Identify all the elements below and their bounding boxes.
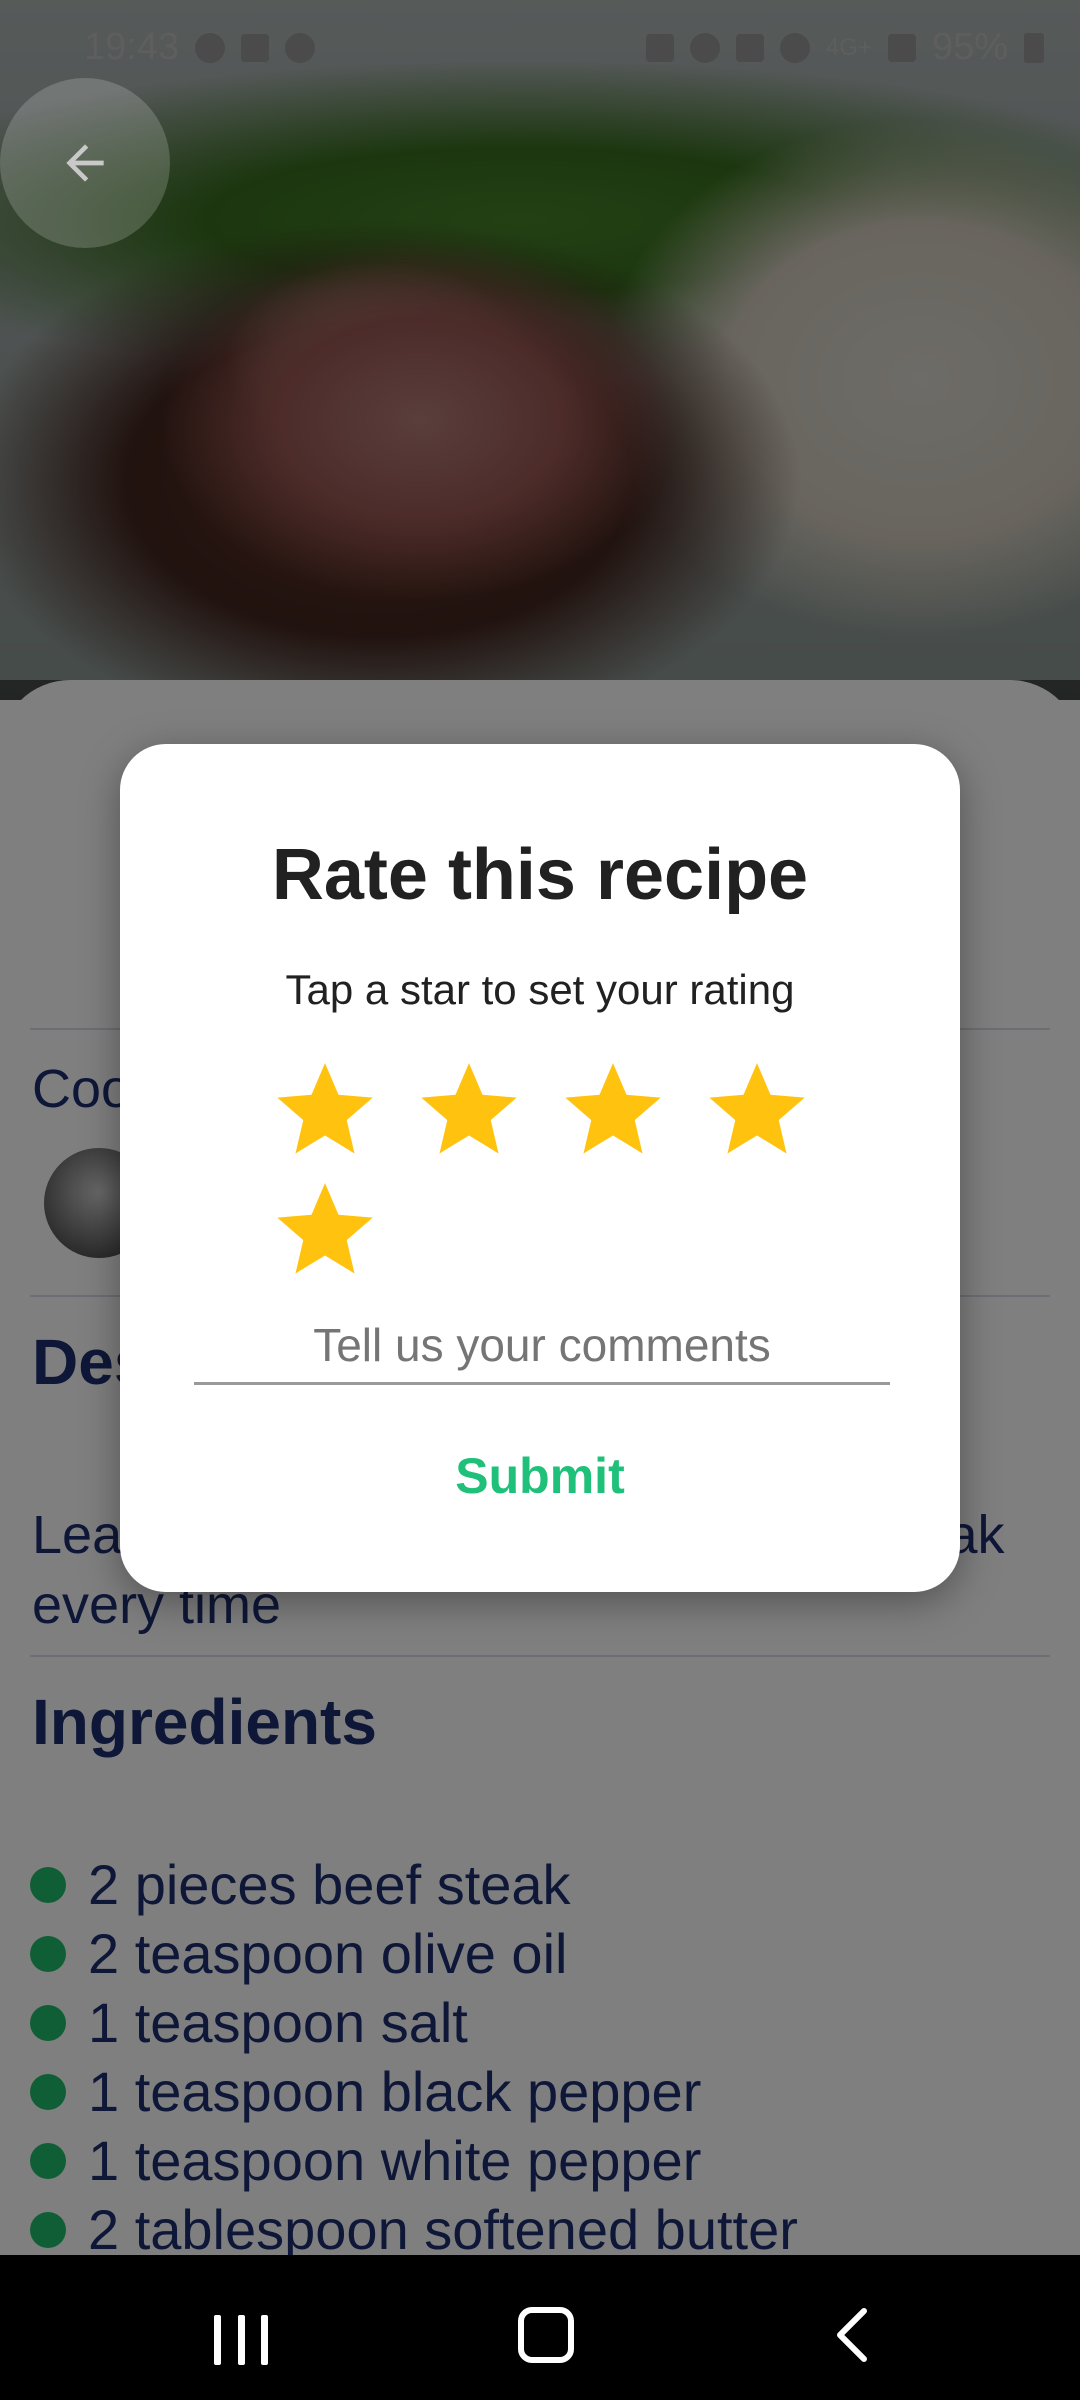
mute-icon	[735, 33, 764, 62]
dialog-title: Rate this recipe	[271, 835, 809, 915]
home-icon[interactable]	[518, 2307, 574, 2363]
hotspot-icon	[779, 32, 810, 63]
recipe-hero-image	[0, 0, 1080, 700]
system-navigation-bar	[0, 2255, 1080, 2400]
arrow-left-icon	[66, 144, 104, 182]
battery-icon	[1024, 32, 1044, 63]
comment-input[interactable]	[194, 1308, 890, 1385]
recents-icon[interactable]	[214, 2315, 268, 2365]
status-bar: 19:43 4G+ 95%	[0, 0, 1080, 100]
gallery-icon	[241, 33, 270, 62]
signal-icon	[887, 33, 916, 62]
lock-icon	[645, 33, 674, 62]
dialog-subtitle: Tap a star to set your rating	[285, 966, 795, 1013]
star-icon[interactable]	[558, 1054, 668, 1164]
rating-dialog: Rate this recipe Tap a star to set your …	[120, 744, 960, 1592]
messenger-icon	[285, 32, 316, 63]
messenger-icon	[195, 32, 226, 63]
submit-button[interactable]: Submit	[120, 1446, 960, 1506]
back-button[interactable]	[0, 78, 170, 248]
chevron-left-icon[interactable]	[830, 2305, 874, 2365]
star-icon[interactable]	[270, 1174, 380, 1284]
status-time: 19:43	[84, 26, 180, 68]
alarm-icon	[689, 32, 720, 63]
star-icon[interactable]	[702, 1054, 812, 1164]
network-type: 4G+	[825, 33, 872, 61]
star-icon[interactable]	[414, 1054, 524, 1164]
battery-percent: 95%	[931, 26, 1008, 68]
star-icon[interactable]	[270, 1054, 380, 1164]
